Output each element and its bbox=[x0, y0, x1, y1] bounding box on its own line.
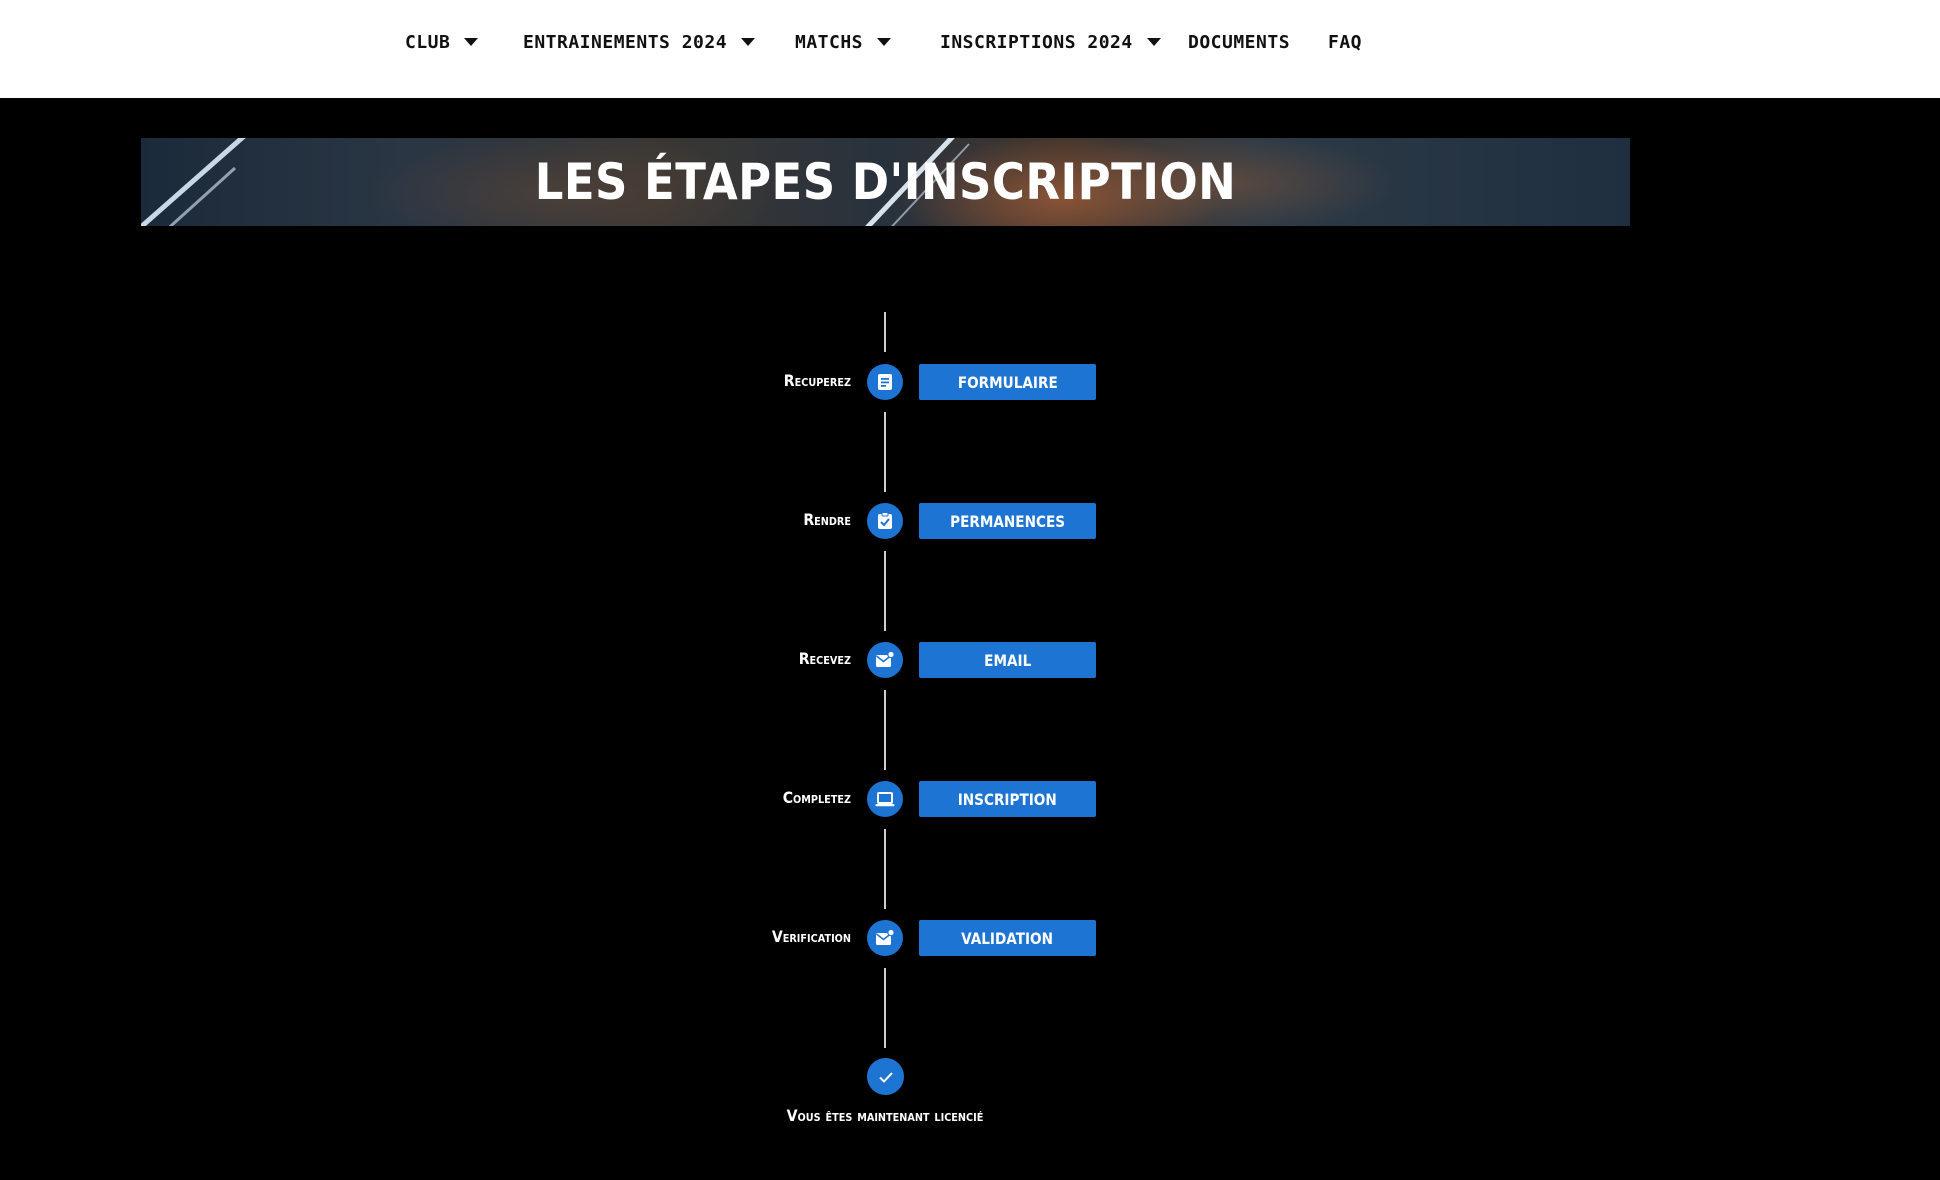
timeline-connector bbox=[884, 829, 886, 909]
step-label: Completez bbox=[782, 788, 851, 807]
clipboard-check-icon bbox=[867, 503, 903, 539]
nav-item-label: INSCRIPTIONS 2024 bbox=[940, 31, 1133, 53]
button-label: EMAIL bbox=[983, 650, 1032, 670]
button-label: VALIDATION bbox=[961, 928, 1054, 948]
step-label: Recevez bbox=[798, 649, 851, 668]
nav-item-faq[interactable]: FAQ bbox=[1328, 0, 1362, 84]
step-label: Rendre bbox=[803, 510, 851, 529]
formulaire-button[interactable]: FORMULAIRE bbox=[919, 364, 1096, 400]
section-banner: LES ÉTAPES D'INSCRIPTION bbox=[141, 138, 1630, 226]
laptop-icon bbox=[867, 781, 903, 817]
nav-item-label: MATCHS bbox=[795, 31, 864, 53]
timeline-connector bbox=[884, 968, 886, 1048]
nav-item-label: FAQ bbox=[1328, 31, 1363, 53]
document-icon bbox=[867, 364, 903, 400]
timeline-connector bbox=[884, 551, 886, 631]
mail-notification-icon bbox=[867, 920, 903, 956]
permanences-button[interactable]: PERMANENCES bbox=[919, 503, 1096, 539]
timeline-connector bbox=[884, 412, 886, 492]
inscription-button[interactable]: INSCRIPTION bbox=[919, 781, 1096, 817]
timeline-connector bbox=[884, 690, 886, 770]
page-title: LES ÉTAPES D'INSCRIPTION bbox=[534, 153, 1237, 211]
nav-item-entrainements[interactable]: ENTRAINEMENTS 2024 bbox=[523, 0, 756, 84]
nav-item-label: ENTRAINEMENTS 2024 bbox=[523, 31, 728, 53]
step-label: Verification bbox=[771, 927, 851, 946]
nav-item-club[interactable]: CLUB bbox=[405, 0, 479, 84]
step-label: Recuperez bbox=[783, 371, 851, 390]
validation-button[interactable]: VALIDATION bbox=[919, 920, 1096, 956]
nav-item-matchs[interactable]: MATCHS bbox=[795, 0, 892, 84]
caret-down-icon bbox=[741, 38, 756, 46]
top-navbar: CLUB ENTRAINEMENTS 2024 MATCHS INSCRIPTI… bbox=[0, 0, 1940, 98]
button-label: INSCRIPTION bbox=[958, 789, 1057, 809]
timeline-connector bbox=[884, 312, 886, 352]
mail-notification-icon bbox=[867, 642, 903, 678]
nav-item-label: DOCUMENTS bbox=[1188, 31, 1291, 53]
email-button[interactable]: EMAIL bbox=[919, 642, 1096, 678]
nav-item-label: CLUB bbox=[405, 31, 451, 53]
nav-item-documents[interactable]: DOCUMENTS bbox=[1188, 0, 1290, 84]
checkmark-icon bbox=[867, 1058, 904, 1095]
caret-down-icon bbox=[1146, 38, 1161, 46]
button-label: FORMULAIRE bbox=[957, 372, 1058, 392]
caret-down-icon bbox=[464, 38, 479, 46]
caret-down-icon bbox=[877, 38, 892, 46]
button-label: PERMANENCES bbox=[950, 511, 1065, 531]
completion-message: Vous êtes maintenant licencié bbox=[786, 1106, 984, 1125]
nav-item-inscriptions[interactable]: INSCRIPTIONS 2024 bbox=[940, 0, 1161, 84]
